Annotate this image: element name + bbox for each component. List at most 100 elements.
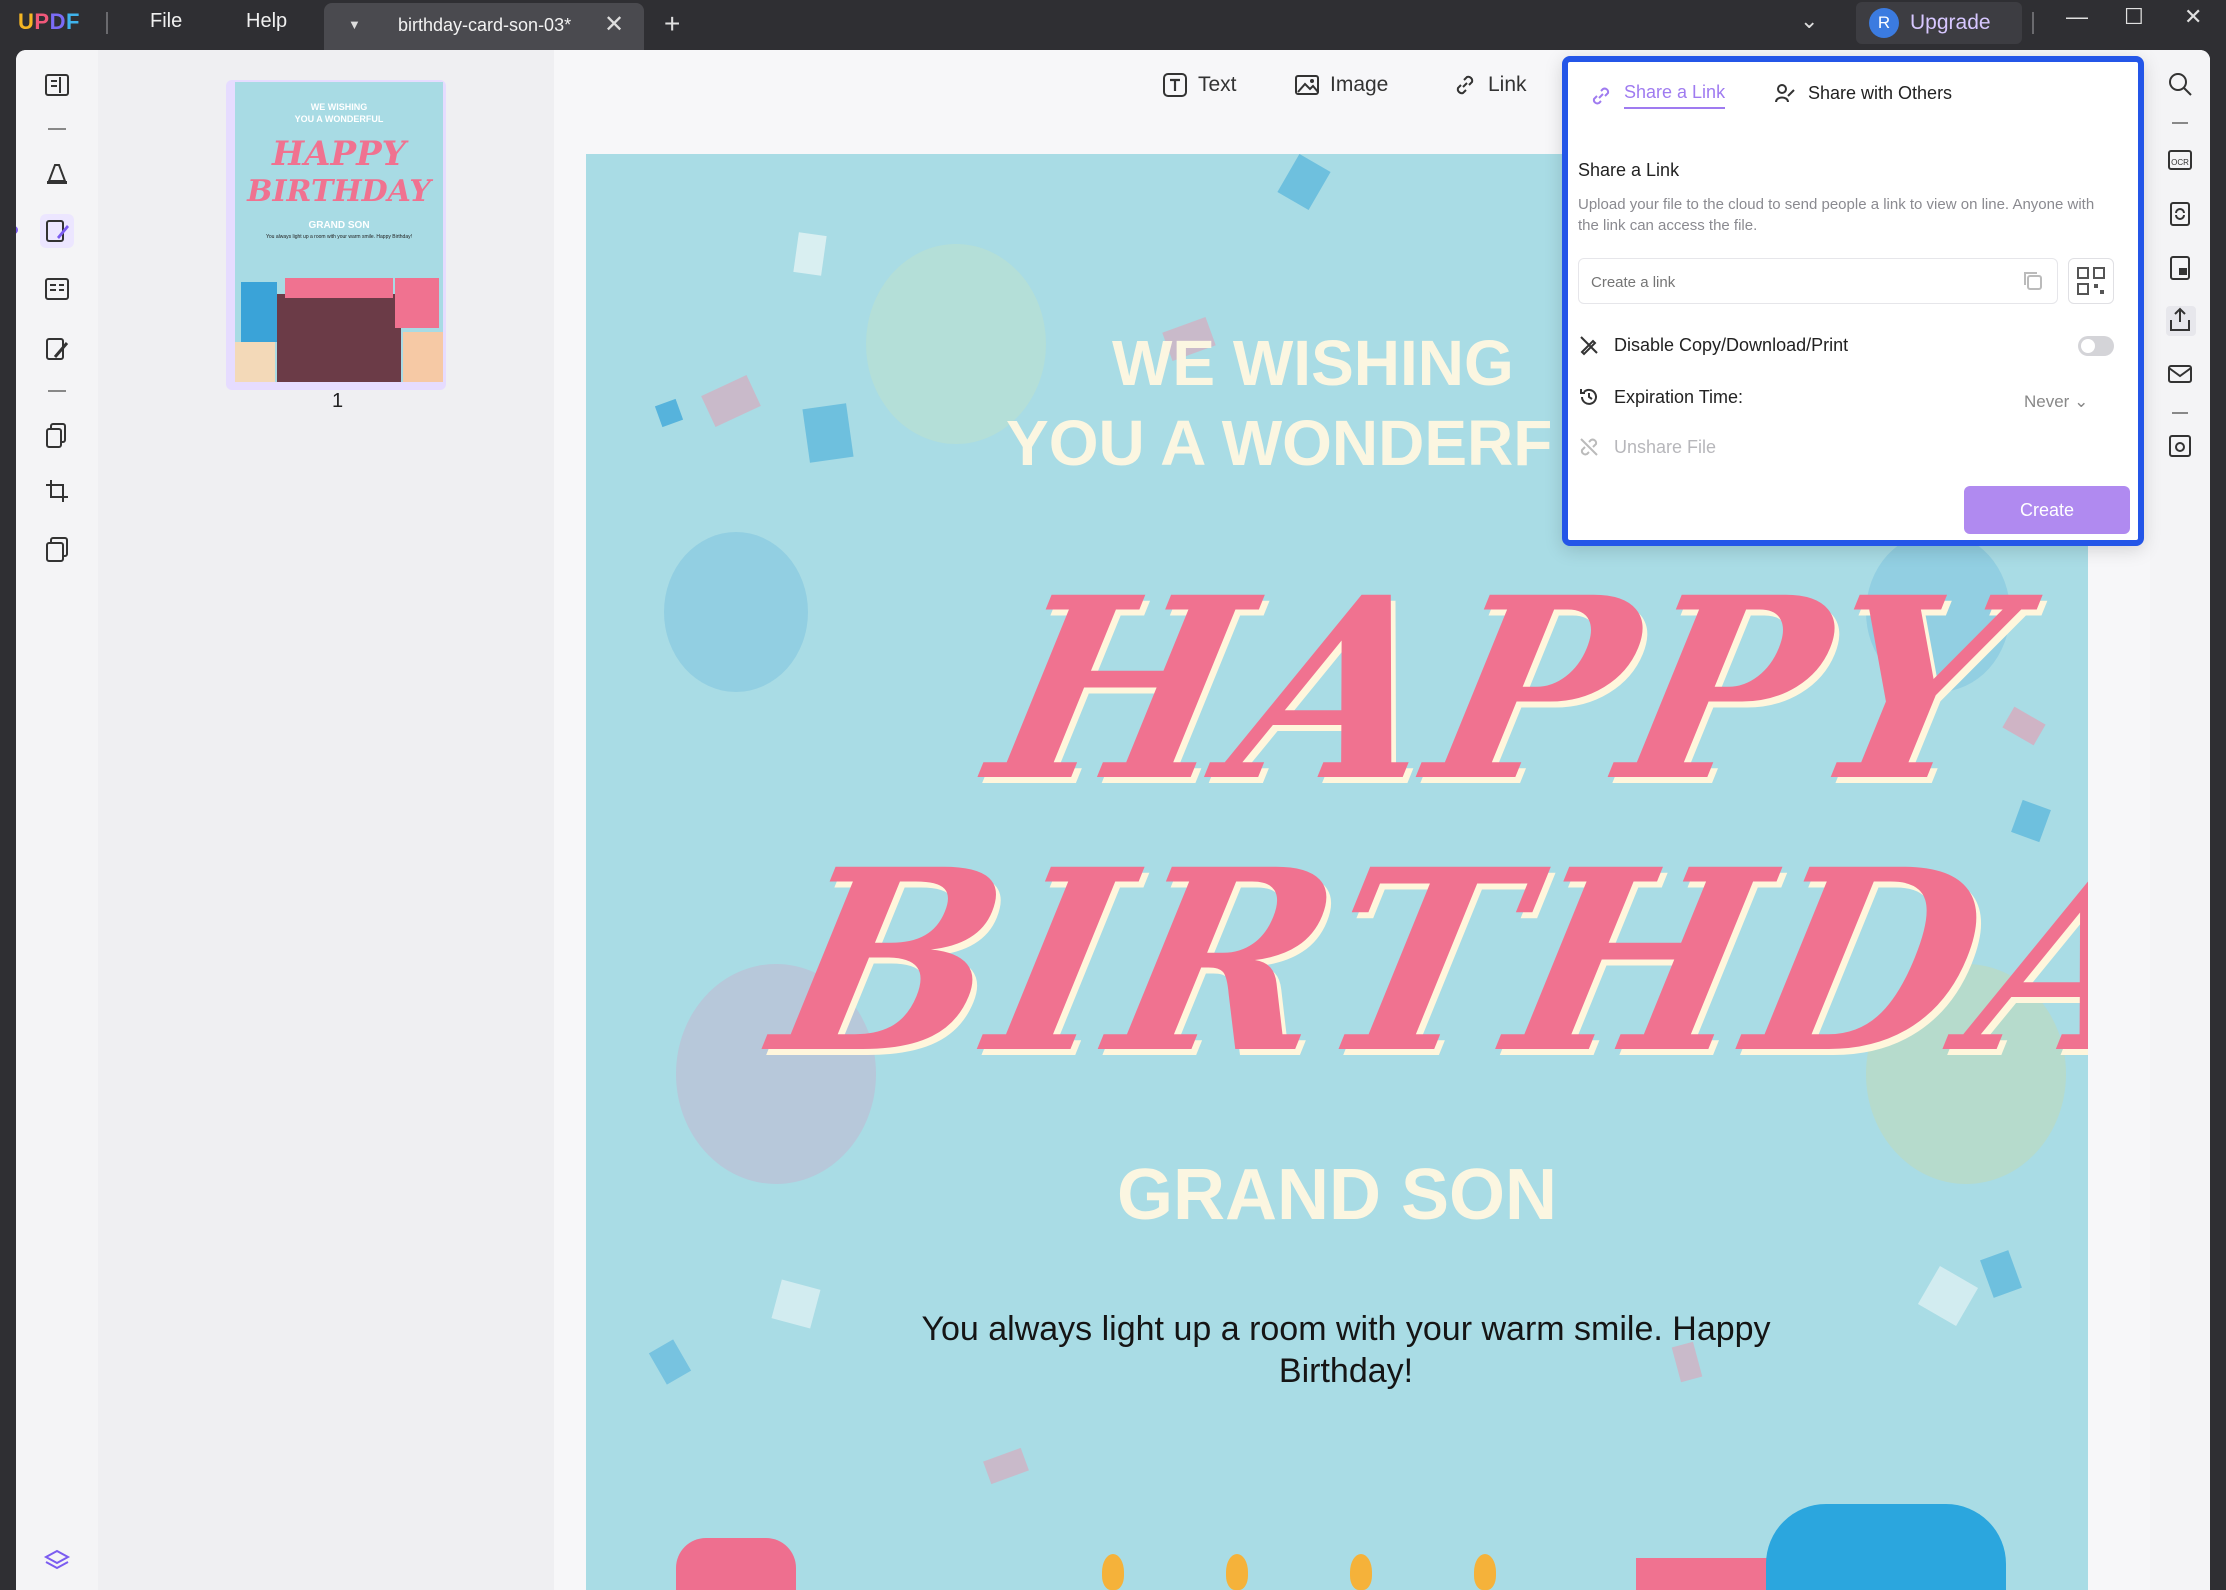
candle-flame (1350, 1554, 1372, 1590)
convert-icon[interactable] (2166, 200, 2196, 230)
thumb-gift-bottom-left (235, 342, 275, 382)
disable-copy-row: Disable Copy/Download/Print (1578, 334, 1848, 356)
ocr-icon[interactable]: OCR (2166, 146, 2196, 176)
toolbar-divider (48, 390, 66, 392)
card-message: You always light up a room with your war… (896, 1308, 1796, 1392)
confetti (1980, 1250, 2022, 1298)
thumb-line2: YOU A WONDERFUL (235, 114, 443, 124)
edit-pdf-icon[interactable] (40, 214, 74, 248)
reader-icon[interactable] (40, 68, 74, 102)
active-indicator (16, 226, 18, 234)
crop-icon[interactable] (40, 474, 74, 508)
thumb-cake-top (285, 278, 393, 298)
protect-icon[interactable] (2166, 254, 2196, 284)
tab-share-link[interactable]: Share a Link (1590, 82, 1725, 109)
add-link-button[interactable]: Link (1452, 72, 1527, 98)
disable-copy-label: Disable Copy/Download/Print (1614, 335, 1848, 356)
title-bar: UPDF File Help ▼ birthday-card-son-03* ✕… (0, 0, 2226, 50)
thumb-grand-son: GRAND SON (235, 220, 443, 231)
svg-text:OCR: OCR (2171, 158, 2189, 167)
thumb-gift-left (241, 282, 277, 342)
thumb-happy: HAPPY (235, 134, 443, 174)
upgrade-label: Upgrade (1910, 11, 1991, 35)
confetti (772, 1280, 821, 1329)
tab-share-link-label: Share a Link (1624, 82, 1725, 109)
text-icon (1162, 72, 1188, 98)
confetti (2002, 707, 2045, 746)
share-icon[interactable] (2166, 306, 2196, 336)
card-happy: HAPPY (971, 542, 2038, 836)
thumb-birthday: BIRTHDAY (235, 174, 443, 209)
tab-dropdown-icon[interactable]: ▼ (348, 17, 361, 32)
save-icon[interactable] (2166, 432, 2196, 462)
chevron-down-icon: ⌄ (2074, 392, 2088, 411)
thumbnail-panel: WE WISHING YOU A WONDERFUL HAPPY BIRTHDA… (98, 50, 554, 1590)
menu-file[interactable]: File (150, 10, 182, 33)
create-link-button[interactable]: Create (1964, 486, 2130, 534)
minimize-icon[interactable]: — (2066, 4, 2088, 30)
toolbar-divider (2172, 122, 2188, 124)
text-tool-label: Text (1198, 73, 1237, 97)
fill-sign-icon[interactable] (40, 332, 74, 366)
toolbar-divider (48, 128, 66, 130)
chevron-down-icon[interactable]: ⌄ (1800, 8, 1818, 34)
app-window: WE WISHING YOU A WONDERFUL HAPPY BIRTHDA… (16, 50, 2210, 1590)
new-tab-icon[interactable]: + (664, 8, 680, 40)
qr-code-icon (2076, 266, 2106, 296)
link-input[interactable] (1591, 269, 1991, 295)
page-thumbnail[interactable]: WE WISHING YOU A WONDERFUL HAPPY BIRTHDA… (235, 82, 443, 382)
no-edit-icon (1578, 334, 1600, 356)
candle-flame (1474, 1554, 1496, 1590)
add-image-button[interactable]: Image (1294, 72, 1388, 98)
organize-pages-icon[interactable] (40, 418, 74, 452)
card-birthday: BIRTHDAY (755, 814, 2088, 1108)
page-number: 1 (332, 390, 343, 413)
tab-close-icon[interactable]: ✕ (604, 10, 624, 39)
link-field (1578, 258, 2058, 304)
image-tool-label: Image (1330, 73, 1388, 97)
link-icon (1452, 72, 1478, 98)
expiration-row: Expiration Time: (1578, 386, 1743, 408)
upgrade-button[interactable]: R Upgrade (1856, 2, 2022, 44)
right-toolbar: OCR (2150, 50, 2210, 1590)
maximize-icon[interactable]: ☐ (2124, 4, 2144, 30)
disable-copy-toggle[interactable] (2078, 336, 2114, 356)
thumb-cake (277, 294, 401, 382)
link-icon (1590, 85, 1612, 107)
document-tab[interactable]: ▼ birthday-card-son-03* ✕ (324, 3, 644, 50)
thumb-gift-bottom-right (403, 332, 443, 382)
tab-title: birthday-card-son-03* (398, 15, 571, 36)
toolbar-divider (2172, 412, 2188, 414)
page-layout-icon[interactable] (40, 272, 74, 306)
batch-icon[interactable] (40, 532, 74, 566)
layers-icon[interactable] (40, 1544, 74, 1578)
comment-icon[interactable] (40, 156, 74, 190)
user-share-icon (1774, 82, 1796, 104)
expiration-select[interactable]: Never ⌄ (2024, 392, 2088, 412)
tab-share-others[interactable]: Share with Others (1774, 82, 1952, 104)
gift-bow-left (676, 1538, 796, 1590)
balloon-decoration (664, 532, 808, 692)
title-divider (106, 12, 108, 34)
qr-code-button[interactable] (2068, 258, 2114, 304)
tab-share-others-label: Share with Others (1808, 83, 1952, 104)
candle-flame (1226, 1554, 1248, 1590)
confetti (1277, 154, 1330, 210)
confetti (983, 1448, 1029, 1484)
search-icon[interactable] (2166, 70, 2196, 100)
email-icon[interactable] (2166, 360, 2196, 390)
close-window-icon[interactable]: ✕ (2184, 4, 2202, 30)
title-divider (2032, 12, 2034, 34)
candle-flame (1102, 1554, 1124, 1590)
copy-icon[interactable] (2021, 269, 2045, 293)
card-grand-son: GRAND SON (586, 1154, 2088, 1236)
menu-help[interactable]: Help (246, 10, 287, 33)
thumb-line1: WE WISHING (235, 102, 443, 112)
share-description: Upload your file to the cloud to send pe… (1578, 194, 2118, 236)
expiration-value: Never (2024, 392, 2069, 411)
expiration-label: Expiration Time: (1614, 387, 1743, 408)
thumb-message: You always light up a room with your war… (265, 234, 413, 240)
unshare-file-row: Unshare File (1578, 436, 1716, 458)
add-text-button[interactable]: Text (1162, 72, 1237, 98)
share-panel: Share a Link Share with Others Share a L… (1562, 56, 2144, 546)
